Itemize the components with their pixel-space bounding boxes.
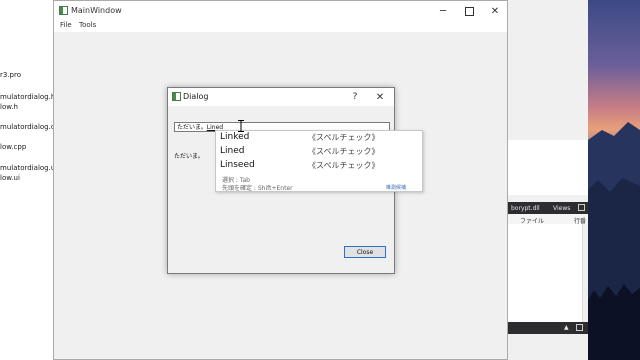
maximize-icon — [464, 6, 474, 16]
maximize-button[interactable] — [456, 3, 482, 19]
dialog-app-icon — [172, 92, 181, 101]
file-item[interactable]: low.ui — [0, 174, 20, 182]
close-button[interactable]: Close — [344, 246, 386, 258]
output-label: ただいま。 — [174, 153, 204, 160]
ide-result-list — [508, 224, 589, 322]
candidate-3[interactable]: Linseed — [220, 160, 255, 170]
views-tab[interactable]: Views — [553, 205, 570, 212]
file-item[interactable]: r3.pro — [0, 71, 21, 79]
ime-hint-confirm: 先頭を確定 : Shift+Enter — [222, 185, 293, 192]
file-item[interactable]: low.h — [0, 103, 18, 111]
candidate-1[interactable]: Linked — [220, 132, 249, 142]
candidate-1-note: 《スペルチェック》 — [308, 133, 380, 142]
close-window-button[interactable]: ✕ — [482, 3, 508, 19]
collapse-icon[interactable]: ▲ — [564, 324, 569, 331]
dll-label[interactable]: borypt.dll — [511, 205, 540, 212]
help-icon: ? — [352, 92, 358, 102]
minimize-icon: ─ — [439, 5, 447, 17]
menu-file[interactable]: File — [58, 21, 74, 29]
ime-candidate-window: Linked 《スペルチェック》 Lined 《スペルチェック》 Linseed… — [215, 130, 423, 192]
help-button[interactable]: ? — [348, 90, 362, 104]
close-icon: ✕ — [375, 91, 385, 103]
ide-editor-area — [508, 140, 588, 195]
candidate-3-note: 《スペルチェック》 — [308, 161, 380, 170]
file-item[interactable]: low.cpp — [0, 143, 26, 151]
dialog-title: Dialog — [183, 92, 209, 101]
input-committed-text: ただいま。 — [177, 124, 207, 131]
file-item[interactable]: mulatordialog.h — [0, 93, 55, 101]
main-window-titlebar[interactable]: MainWindow ─ ✕ — [54, 1, 507, 21]
menu-bar: File Tools — [54, 21, 507, 32]
candidate-2-note: 《スペルチェック》 — [308, 147, 380, 156]
file-item[interactable]: mulatordialog.ui — [0, 164, 57, 172]
dialog-titlebar[interactable]: Dialog ? ✕ — [168, 88, 394, 106]
panel-float-icon[interactable] — [578, 204, 585, 211]
wallpaper-mountains — [588, 122, 640, 360]
text-cursor-icon — [238, 120, 244, 132]
ide-file-list: r3.pro mulatordialog.h low.h mulatordial… — [0, 0, 64, 360]
ime-more-candidates[interactable]: 推測候補 — [386, 184, 406, 191]
app-window-icon — [59, 6, 68, 15]
dialog-close-button[interactable]: ✕ — [371, 90, 389, 104]
minimize-button[interactable]: ─ — [430, 3, 456, 19]
ide-panel-tabbar: borypt.dll Views — [508, 202, 588, 214]
panel-float-icon[interactable] — [576, 324, 583, 331]
ide-bottom-panel — [508, 334, 588, 360]
ide-bottom-tabbar: ▲ — [508, 322, 588, 334]
close-icon: ✕ — [490, 5, 500, 17]
candidate-2[interactable]: Lined — [220, 146, 244, 156]
main-window-title: MainWindow — [71, 6, 122, 15]
menu-tools[interactable]: Tools — [77, 21, 98, 29]
